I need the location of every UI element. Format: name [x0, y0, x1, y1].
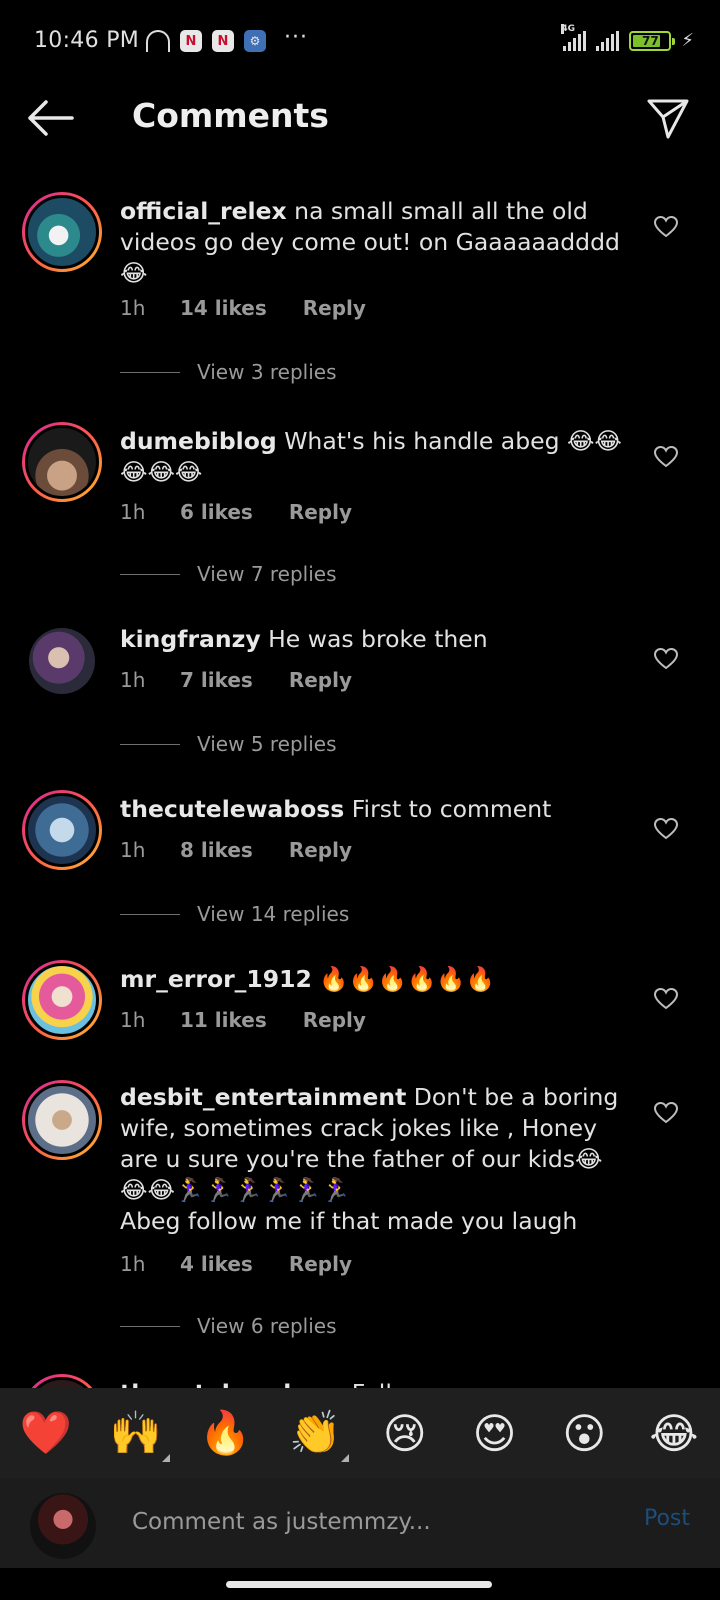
reply-button[interactable]: Reply [289, 1252, 352, 1276]
reaction-clap[interactable]: 👏 [287, 1408, 350, 1462]
comment-body: First to comment [351, 795, 552, 823]
comment-time: 1h [120, 1252, 146, 1276]
comment-meta: 1h 11 likes Reply [120, 1008, 366, 1032]
view-replies-label: View 5 replies [197, 732, 337, 756]
view-replies-label: View 14 replies [197, 902, 350, 926]
comment-username[interactable]: thecutelewaboss [120, 795, 344, 823]
view-replies-button[interactable]: View 3 replies [120, 360, 337, 384]
comment-body-line2: Abeg follow me if that made you laugh [120, 1207, 578, 1235]
view-replies-button[interactable]: View 6 replies [120, 1314, 337, 1338]
comment-time: 1h [120, 296, 146, 320]
comment-username[interactable]: desbit_entertainment [120, 1083, 406, 1111]
reaction-laughing[interactable]: 😂 [646, 1409, 702, 1458]
news-app-icon-2: N [212, 30, 234, 52]
notification-icons: N N ⚙ ··· [146, 25, 308, 52]
comment-meta: 1h 14 likes Reply [120, 296, 366, 320]
battery-level: 77 [642, 33, 659, 48]
comment-username[interactable]: kingfranzy [120, 625, 261, 653]
reply-button[interactable]: Reply [303, 1008, 366, 1032]
comment-text: dumebiblog What's his handle abeg 😂😂😂😂😂 [120, 426, 628, 488]
comment-time: 1h [120, 1008, 146, 1032]
battery-icon: 77 [629, 30, 676, 51]
comment-meta: 1h 4 likes Reply [120, 1252, 352, 1276]
comment-username[interactable]: mr_error_1912 [120, 965, 312, 993]
comment-time: 1h [120, 838, 146, 862]
replies-divider [120, 371, 180, 373]
view-replies-button[interactable]: View 14 replies [120, 902, 349, 926]
replies-divider [120, 913, 180, 915]
post-button[interactable]: Post [644, 1506, 690, 1531]
avatar[interactable] [22, 192, 102, 272]
replies-divider [120, 743, 180, 745]
comment-username[interactable]: dumebiblog [120, 427, 277, 455]
headphones-icon [146, 30, 170, 52]
view-replies-label: View 3 replies [197, 360, 337, 384]
comment-likes[interactable]: 11 likes [180, 1008, 267, 1032]
comment-likes[interactable]: 6 likes [180, 500, 253, 524]
home-indicator[interactable] [226, 1581, 492, 1588]
avatar[interactable] [29, 628, 95, 694]
avatar[interactable] [22, 790, 102, 870]
status-right: 4G 77 ⚡ [561, 23, 694, 51]
reply-button[interactable]: Reply [303, 296, 366, 320]
reaction-heart-eyes[interactable]: 😍 [467, 1409, 523, 1458]
comment-meta: 1h 7 likes Reply [120, 668, 352, 692]
comment-likes[interactable]: 4 likes [180, 1252, 253, 1276]
comment-likes[interactable]: 7 likes [180, 668, 253, 692]
reaction-crying[interactable]: 😢 [377, 1409, 433, 1458]
news-app-icon: N [180, 30, 202, 52]
comment-input[interactable] [132, 1502, 602, 1542]
like-heart-icon[interactable] [654, 446, 678, 468]
like-heart-icon[interactable] [654, 818, 678, 840]
comment-text: mr_error_1912 🔥🔥🔥🔥🔥🔥 [120, 964, 628, 995]
my-avatar [30, 1493, 96, 1559]
comment-likes[interactable]: 14 likes [180, 296, 267, 320]
reaction-raised-hands[interactable]: 🙌 [108, 1408, 170, 1462]
header: Comments [0, 86, 720, 152]
view-replies-button[interactable]: View 5 replies [120, 732, 337, 756]
back-arrow-icon[interactable] [28, 100, 74, 136]
reaction-surprised[interactable]: 😮 [556, 1409, 612, 1458]
replies-divider [120, 573, 180, 575]
send-icon[interactable] [646, 96, 690, 140]
like-heart-icon[interactable] [654, 216, 678, 238]
comment-text: desbit_entertainment Don't be a boring w… [120, 1082, 628, 1237]
comment-username[interactable]: official_relex [120, 197, 287, 225]
avatar[interactable] [22, 960, 102, 1040]
view-replies-label: View 7 replies [197, 562, 337, 586]
comment-text: official_relex na small small all the ol… [120, 196, 628, 289]
more-notifications-icon: ··· [284, 24, 308, 50]
like-heart-icon[interactable] [654, 988, 678, 1010]
signal-4g-icon: 4G [561, 23, 587, 51]
comment-text: kingfranzy He was broke then [120, 624, 628, 655]
signal-icon [596, 30, 620, 51]
comment-text: thecutelewaboss First to comment [120, 794, 628, 825]
reply-button[interactable]: Reply [289, 668, 352, 692]
comment-time: 1h [120, 500, 146, 524]
page-title: Comments [132, 96, 329, 135]
status-bar: 10:46 PM N N ⚙ ··· 4G 77 ⚡ [0, 0, 720, 86]
status-time: 10:46 PM [34, 28, 140, 53]
comment-time: 1h [120, 668, 146, 692]
comment-body: 🔥🔥🔥🔥🔥🔥 [319, 965, 495, 993]
comment-input-bar: Post [0, 1478, 720, 1568]
comment-body: He was broke then [268, 625, 488, 653]
comment-meta: 1h 6 likes Reply [120, 500, 352, 524]
quick-reactions-bar: ❤️ 🙌 🔥 👏 😢 😍 😮 😂 [0, 1388, 720, 1478]
reply-button[interactable]: Reply [289, 500, 352, 524]
view-replies-button[interactable]: View 7 replies [120, 562, 337, 586]
settings-notification-icon: ⚙ [244, 30, 266, 52]
like-heart-icon[interactable] [654, 648, 678, 670]
like-heart-icon[interactable] [654, 1102, 678, 1124]
reaction-heart[interactable]: ❤️ [18, 1408, 74, 1458]
avatar[interactable] [22, 1080, 102, 1160]
replies-divider [120, 1325, 180, 1327]
avatar[interactable] [22, 422, 102, 502]
charging-icon: ⚡ [681, 30, 694, 51]
reaction-fire[interactable]: 🔥 [197, 1408, 253, 1458]
comment-likes[interactable]: 8 likes [180, 838, 253, 862]
comment-meta: 1h 8 likes Reply [120, 838, 352, 862]
reply-button[interactable]: Reply [289, 838, 352, 862]
view-replies-label: View 6 replies [197, 1314, 337, 1338]
